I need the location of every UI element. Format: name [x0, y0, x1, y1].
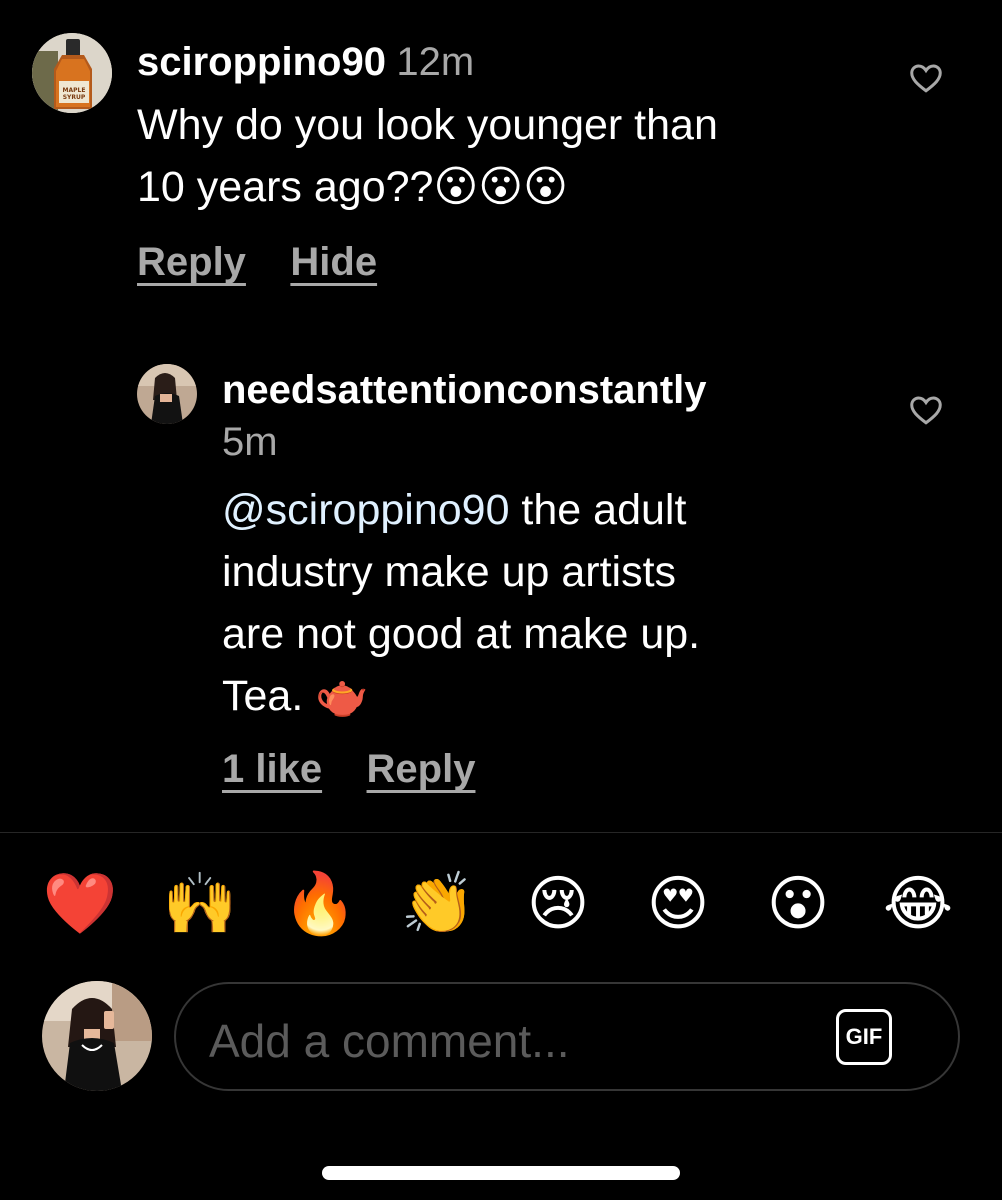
comment-input[interactable]: Add a comment... GIF [174, 982, 960, 1091]
comment-avatar[interactable]: MAPLE SYRUP [32, 33, 112, 113]
reply-text-line: Tea. 🫖 [222, 672, 369, 720]
comment-username[interactable]: sciroppino90 [137, 40, 386, 84]
reply-text-line: @sciroppino90 the adult [222, 479, 882, 541]
reaction-tears-of-joy-emoji[interactable]: 😂 [880, 866, 956, 942]
reply-actions: 1 like Reply [222, 747, 475, 792]
reply-avatar[interactable] [137, 364, 197, 424]
comment-hide-button[interactable]: Hide [290, 240, 377, 284]
avatar-label-line2: SYRUP [63, 94, 86, 101]
reaction-heart-emoji[interactable]: ❤️ [42, 866, 118, 942]
reply-text-line1-rest: the adult [509, 486, 687, 534]
reaction-raised-hands-emoji[interactable]: 🙌 [162, 866, 238, 942]
comment-text-line: Why do you look younger than [137, 101, 718, 149]
current-user-avatar[interactable] [42, 981, 152, 1091]
comment-reply-button[interactable]: Reply [137, 240, 246, 284]
reaction-heart-eyes-emoji[interactable]: 😍 [640, 866, 716, 942]
reply-text-line: are not good at make up. [222, 610, 701, 658]
reply-username[interactable]: needsattentionconstantly [222, 370, 862, 410]
maple-syrup-avatar-image: MAPLE SYRUP [32, 33, 112, 113]
home-indicator [322, 1166, 680, 1180]
reply-text: @sciroppino90 the adult industry make up… [222, 479, 882, 727]
reaction-surprised-face-emoji[interactable]: 😮 [760, 866, 836, 942]
reply-time: 5m [222, 420, 278, 464]
reaction-clapping-hands-emoji[interactable]: 👏 [400, 866, 476, 942]
comment-header: sciroppino90 12m [137, 40, 474, 85]
reply-reply-button[interactable]: Reply [367, 747, 476, 791]
comment-text: Why do you look younger than 10 years ag… [137, 94, 877, 218]
comment-text-line: 10 years ago??😮😮😮 [137, 163, 568, 211]
reply-like-heart-icon[interactable] [908, 392, 944, 428]
gif-button[interactable]: GIF [836, 1009, 892, 1065]
reaction-fire-emoji[interactable]: 🔥 [282, 866, 358, 942]
reply-mention-link[interactable]: @sciroppino90 [222, 486, 509, 534]
reply-avatar-image [137, 364, 197, 424]
composer-divider [0, 832, 1002, 833]
comment-time: 12m [396, 40, 475, 84]
reaction-crying-face-emoji[interactable]: 😢 [520, 866, 596, 942]
reply-header: needsattentionconstantly 5m [222, 370, 862, 465]
reply-likes-count-button[interactable]: 1 like [222, 747, 322, 791]
current-user-avatar-image [42, 981, 152, 1091]
reply-text-line: industry make up artists [222, 548, 677, 596]
comment-input-placeholder: Add a comment... [209, 1015, 570, 1067]
comment-actions: Reply Hide [137, 240, 377, 285]
comment-like-heart-icon[interactable] [908, 60, 944, 96]
avatar-label-line1: MAPLE [63, 87, 86, 94]
